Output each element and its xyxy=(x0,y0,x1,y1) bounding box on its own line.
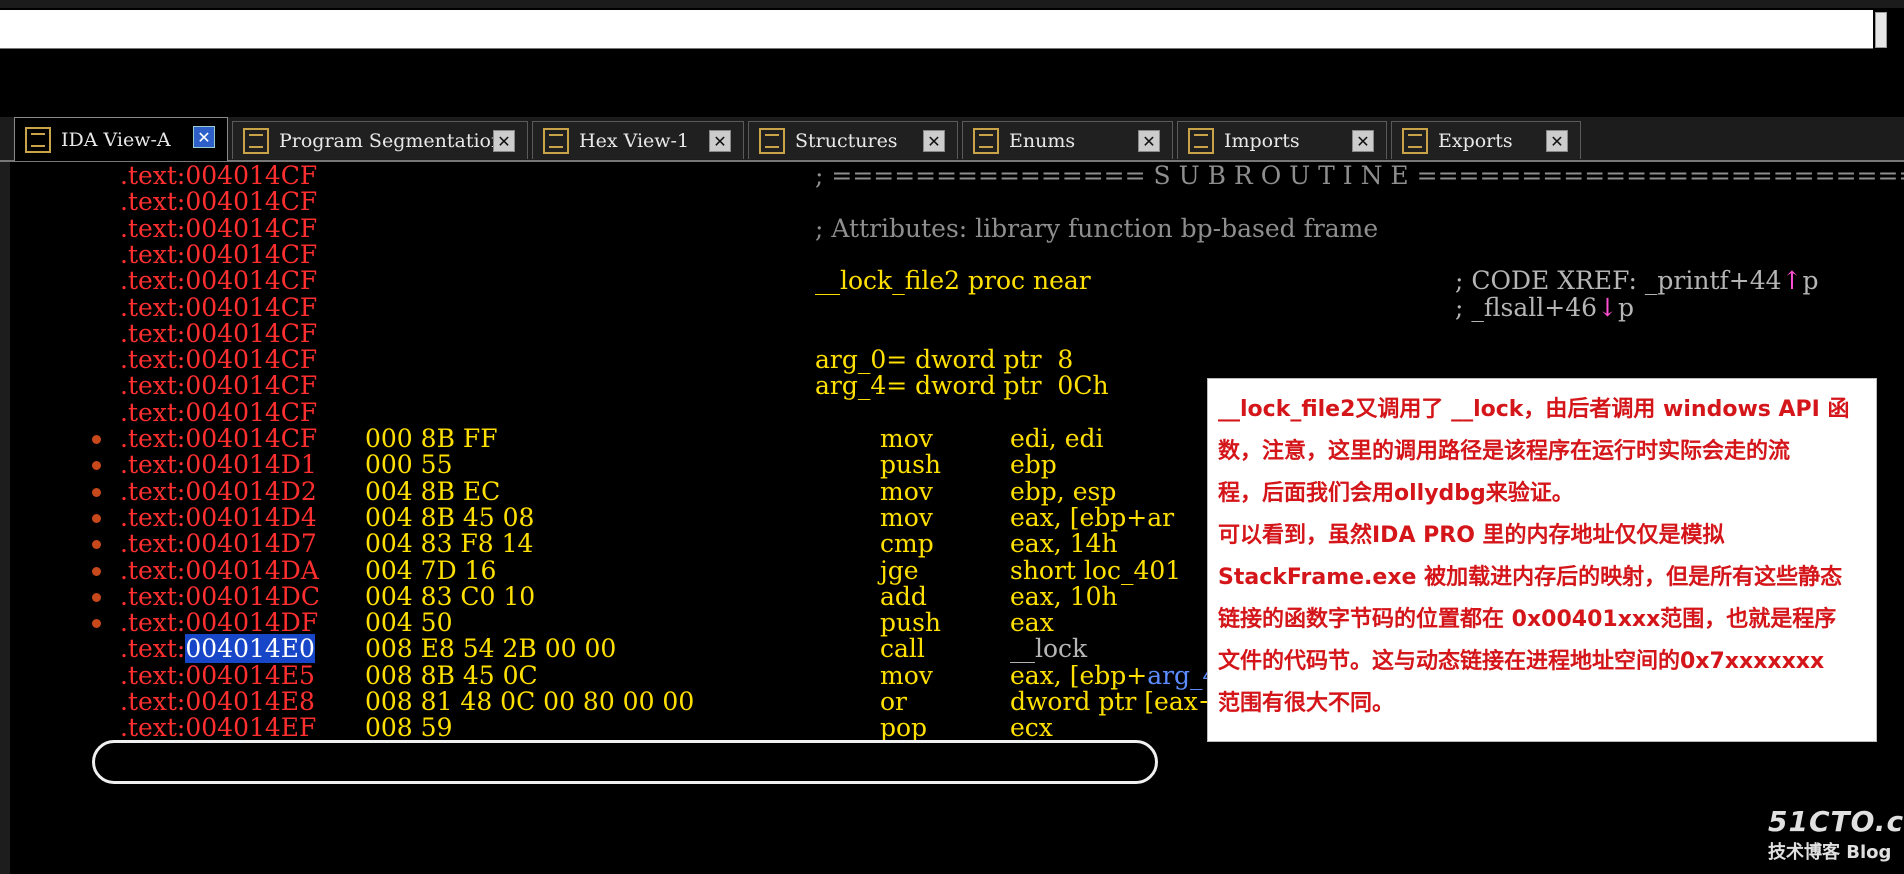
imports-icon xyxy=(1188,127,1214,154)
annotation-line: 程，后面我们会用ollydbg来验证。 xyxy=(1218,481,1574,506)
watermark-logo: 51CTO.com 技术博客 Blog xyxy=(1768,805,1904,865)
toolbar-area xyxy=(0,49,1904,117)
annotation-line: 可以看到，虽然IDA PRO 里的内存地址仅仅是模拟 xyxy=(1218,523,1725,548)
breakpoint-dot[interactable] xyxy=(92,592,101,602)
tab-program-segmentation[interactable]: Program Segmentation ✕ xyxy=(232,121,528,159)
annotation-line: __lock_file2又调用了 __lock，由后者调用 windows AP… xyxy=(1218,397,1850,422)
tab-label: Hex View-1 xyxy=(579,129,690,152)
close-tab-icon[interactable]: ✕ xyxy=(1546,130,1568,152)
enums-icon xyxy=(973,127,999,154)
navigation-pane-edge[interactable] xyxy=(0,162,10,874)
breakpoint-dot[interactable] xyxy=(92,487,101,497)
close-tab-icon[interactable]: ✕ xyxy=(923,130,945,152)
close-tab-icon[interactable]: ✕ xyxy=(709,130,731,152)
breakpoint-dot[interactable] xyxy=(92,435,101,444)
breakpoint-dot[interactable] xyxy=(92,619,101,629)
xref-text: ; _flsall+46 xyxy=(1455,292,1598,322)
annotation-line: 数，注意，这里的调用路径是该程序在运行时实际会走的流 xyxy=(1218,439,1791,464)
address-bar-scrollbar[interactable] xyxy=(1875,12,1887,48)
tab-structures[interactable]: Structures ✕ xyxy=(748,121,958,159)
tab-label: Exports xyxy=(1438,129,1513,152)
tab-label: Structures xyxy=(795,129,898,152)
annotation-line: 文件的代码节。这与动态链接在进程地址空间的0x7xxxxxxx xyxy=(1218,649,1825,674)
xref-suffix: p xyxy=(1617,292,1634,322)
operand-text: ecx xyxy=(1010,713,1053,743)
breakpoint-dot[interactable] xyxy=(92,513,101,523)
tab-label: IDA View-A xyxy=(61,128,171,151)
xref-up-arrow-icon: ↑ xyxy=(1781,266,1803,296)
listing-directive: __lock_file2 proc near xyxy=(815,266,1091,296)
tab-exports[interactable]: Exports ✕ xyxy=(1391,121,1581,159)
xref-suffix: p xyxy=(1802,266,1819,296)
tab-enums[interactable]: Enums ✕ xyxy=(962,121,1173,159)
highlight-ellipse xyxy=(92,740,1158,784)
code-xref[interactable]: ; _flsall+46↓p xyxy=(1455,292,1634,324)
breakpoint-dot[interactable] xyxy=(92,540,101,550)
close-tab-icon[interactable]: ✕ xyxy=(493,130,515,152)
annotation-box: __lock_file2又调用了 __lock，由后者调用 windows AP… xyxy=(1207,378,1877,742)
breakpoint-dot[interactable] xyxy=(92,461,101,471)
tab-bar: IDA View-A ✕ Program Segmentation ✕ Hex View… xyxy=(0,117,1904,162)
listing-comment: ; =============== S U B R O U T I N E ==… xyxy=(815,162,1904,190)
structures-icon xyxy=(759,127,785,154)
tab-imports[interactable]: Imports ✕ xyxy=(1177,121,1387,159)
close-tab-icon[interactable]: ✕ xyxy=(1138,130,1160,152)
breakpoint-dot[interactable] xyxy=(92,566,101,576)
close-tab-icon[interactable]: ✕ xyxy=(1352,130,1374,152)
tab-hex-view-1[interactable]: Hex View-1 ✕ xyxy=(532,121,744,159)
watermark-line1: 51CTO.com xyxy=(1768,805,1904,838)
xref-down-arrow-icon: ↓ xyxy=(1597,292,1618,322)
address-bar[interactable] xyxy=(0,10,1873,49)
title-bar-strip xyxy=(0,0,1904,8)
exports-icon xyxy=(1402,127,1428,154)
watermark-line2: 技术博客 Blog xyxy=(1768,842,1892,863)
annotation-line: 范围有很大不同。 xyxy=(1218,691,1395,716)
annotation-line: 链接的函数字节码的位置都在 0x00401xxx范围，也就是程序 xyxy=(1218,607,1837,632)
segmentation-icon xyxy=(243,127,269,154)
tab-ida-view-a[interactable]: IDA View-A ✕ xyxy=(14,117,228,161)
close-tab-icon[interactable]: ✕ xyxy=(193,126,215,148)
ida-view-icon xyxy=(25,126,51,153)
hex-icon xyxy=(543,127,569,154)
tab-label: Imports xyxy=(1224,129,1300,152)
listing-comment: ; Attributes: library function bp-based … xyxy=(815,213,1379,243)
annotation-line: StackFrame.exe 被加载进内存后的映射，但是所有这些静态 xyxy=(1218,565,1843,590)
listing-directive: arg_4= dword ptr 0Ch xyxy=(815,371,1109,401)
tab-label: Program Segmentation xyxy=(279,129,504,152)
tab-label: Enums xyxy=(1009,129,1076,152)
